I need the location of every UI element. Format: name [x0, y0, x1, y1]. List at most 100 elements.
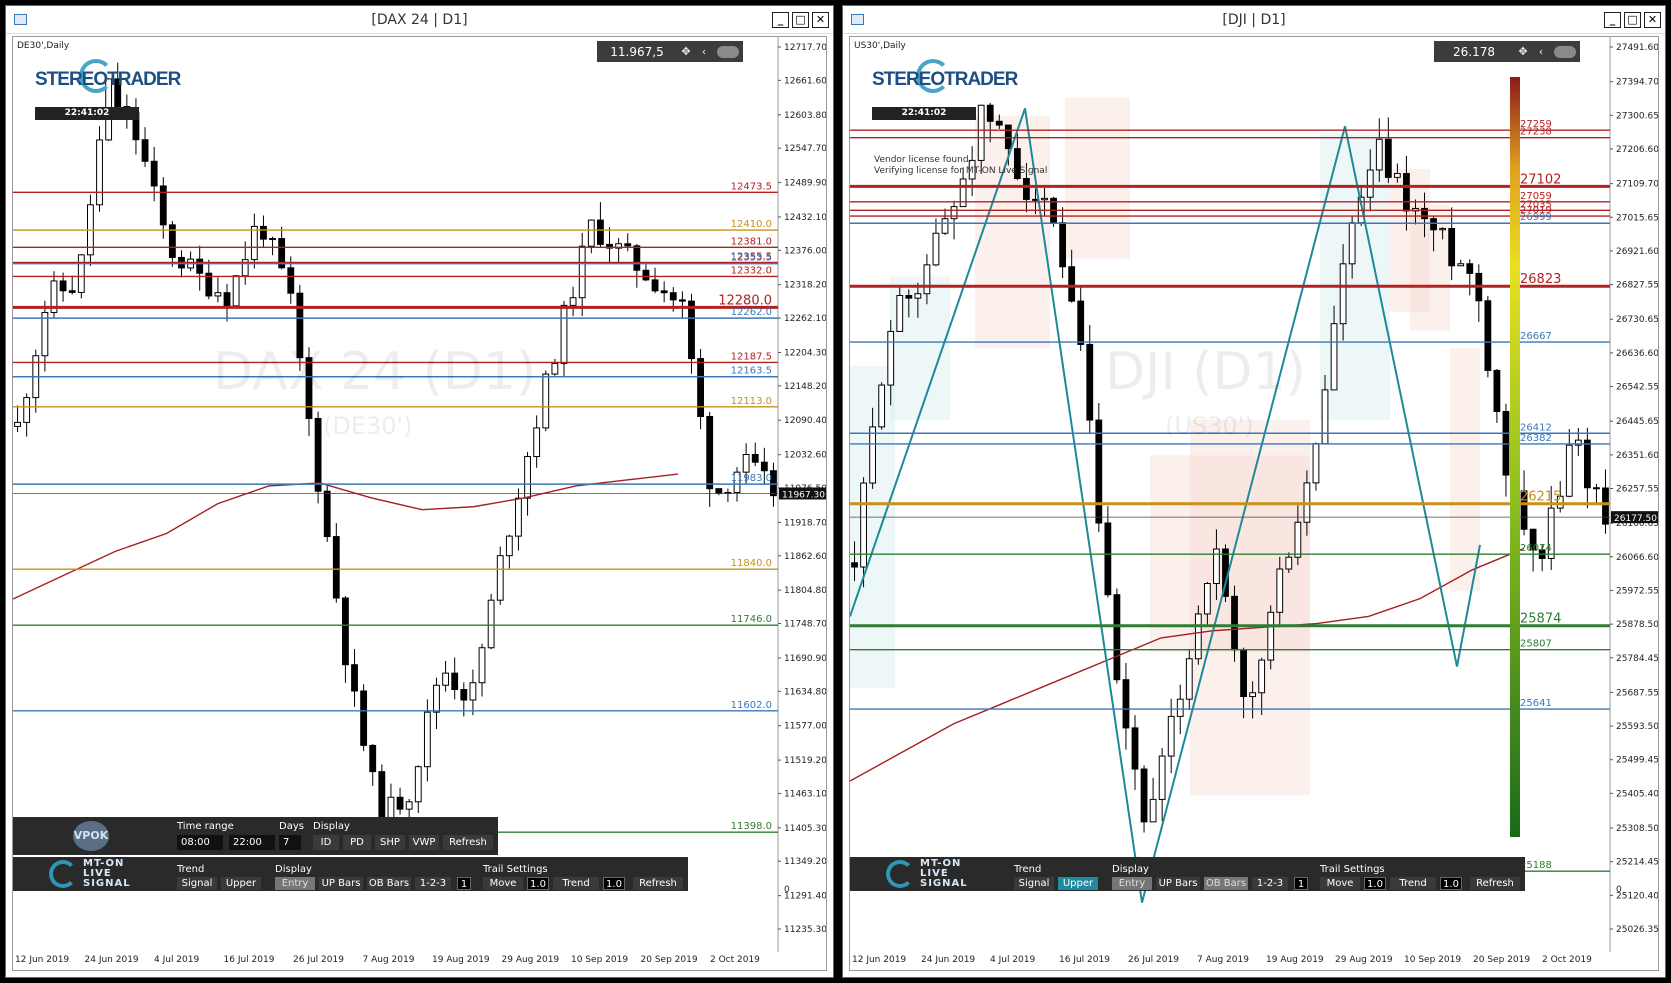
dax-chart-window[interactable]: [DAX 24 | D1] _ □ ✕ 12717.70 12661.60 1260… [5, 5, 834, 978]
one-two-three-button[interactable]: 1-2-3 [415, 877, 451, 890]
toggle-switch[interactable] [1554, 45, 1576, 58]
x-axis-label: 2 Oct 2019 [1542, 955, 1592, 965]
candle-body [578, 245, 586, 299]
move-value-input[interactable]: 1.0 [527, 877, 549, 890]
move-button[interactable]: Move [1320, 877, 1360, 890]
candle-body [1158, 755, 1166, 800]
display-count-input[interactable]: 1 [1294, 877, 1308, 890]
price-chart[interactable]: 27491.60 27394.70 27300.65 27206.60 27109.70… [849, 36, 1659, 971]
move-button[interactable]: Move [483, 877, 523, 890]
up-bars-button[interactable]: UP Bars [1156, 877, 1200, 890]
candle-body [950, 206, 958, 220]
maximize-button[interactable]: □ [792, 12, 809, 28]
candle-body [642, 269, 650, 281]
candle-body [1448, 228, 1456, 267]
level-label: 12163.5 [731, 366, 772, 377]
signal-button[interactable]: Signal [177, 877, 217, 890]
price-display-widget[interactable]: 26.178 ✥ ‹ [1434, 41, 1580, 62]
y-axis-label: 26257.55 [1616, 485, 1659, 495]
candle-body [260, 225, 267, 240]
trend-value-input[interactable]: 1.0 [603, 877, 625, 890]
x-axis-label: 7 Aug 2019 [362, 955, 415, 965]
price-display-widget[interactable]: 11.967,5 ✥ ‹ [597, 41, 743, 62]
x-axis: 12 Jun 2019 24 Jun 2019 4 Jul 2019 16 Jul 2… [850, 952, 1658, 970]
entry-button[interactable]: Entry [275, 877, 315, 890]
candle-body [1185, 658, 1193, 700]
up-bars-button[interactable]: UP Bars [319, 877, 363, 890]
price-chart[interactable]: 12717.70 12661.60 12603.80 12547.70 12489.90… [12, 36, 827, 971]
window-icon [851, 14, 864, 25]
stereotrader-logo: STEREOTRADER [872, 59, 1018, 109]
candle-body [669, 292, 677, 301]
candle-body [414, 766, 422, 803]
y-axis-label: 27015.65 [1616, 213, 1659, 223]
candle-body [596, 219, 604, 245]
x-axis-label: 19 Aug 2019 [1266, 955, 1324, 965]
one-two-three-button[interactable]: 1-2-3 [1252, 877, 1288, 890]
title-bar[interactable]: [DJI | D1] _ □ ✕ [843, 6, 1665, 34]
ob-bars-button[interactable]: OB Bars [367, 877, 411, 890]
ob-bars-button[interactable]: OB Bars [1204, 877, 1248, 890]
y-axis-label: 11235.30 [784, 925, 827, 935]
move-value-input[interactable]: 1.0 [1364, 877, 1386, 890]
current-price-tag: 26177.50 [1614, 514, 1657, 524]
id-button[interactable]: ID [313, 835, 339, 850]
dji-chart-window[interactable]: [DJI | D1] _ □ ✕ 27491.60 27394.70 27300.6… [842, 5, 1666, 978]
level-label: 11398.0 [731, 821, 772, 832]
upper-button[interactable]: Upper [1058, 877, 1098, 890]
move-icon[interactable]: ✥ [1514, 45, 1532, 58]
display-count-input[interactable]: 1 [457, 877, 471, 890]
days-label: Days [279, 821, 304, 832]
candle-body [977, 104, 985, 161]
mt-on-live-signal-panel: MT-ON LIVE SIGNAL Trend Signal Upper Dis… [13, 857, 688, 891]
price-display-value: 11.967,5 [610, 44, 664, 59]
time-to-input[interactable]: 22:00 [229, 835, 275, 850]
vpok-panel: VPOK Time range 08:00 22:00 Days 7 Displ… [13, 817, 498, 855]
signal-button[interactable]: Signal [1014, 877, 1054, 890]
vpok-refresh-button[interactable]: Refresh [443, 835, 493, 850]
days-input[interactable]: 7 [279, 835, 301, 850]
y-axis-label: 26351.60 [1616, 451, 1659, 461]
y-axis-label: 25405.40 [1616, 789, 1659, 799]
trend-button[interactable]: Trend [1390, 877, 1436, 890]
refresh-button[interactable]: Refresh [1470, 877, 1520, 890]
trail-settings-label: Trail Settings [1320, 864, 1385, 875]
y-axis-label: 25784.45 [1616, 654, 1659, 664]
y-axis-label: 25972.55 [1616, 586, 1659, 596]
candle-body [405, 801, 413, 810]
order-block-zone [975, 115, 1050, 349]
y-axis-label: 11577.00 [784, 722, 827, 732]
time-from-input[interactable]: 08:00 [177, 835, 223, 850]
close-button[interactable]: ✕ [1644, 12, 1661, 28]
toggle-switch[interactable] [717, 45, 739, 58]
chevron-left-icon[interactable]: ‹ [1532, 45, 1550, 58]
minimize-button[interactable]: _ [1604, 12, 1621, 28]
candle-body [41, 311, 49, 357]
candle-body [396, 796, 404, 810]
chevron-left-icon[interactable]: ‹ [695, 45, 713, 58]
maximize-button[interactable]: □ [1624, 12, 1641, 28]
candle-body [1583, 439, 1591, 489]
entry-button[interactable]: Entry [1112, 877, 1152, 890]
minimize-button[interactable]: _ [772, 12, 789, 28]
candle-body [433, 684, 440, 713]
candle-body [23, 397, 31, 423]
current-price-tag: 11967.30 [782, 490, 825, 500]
pd-button[interactable]: PD [343, 835, 371, 850]
shp-button[interactable]: SHP [375, 835, 405, 850]
title-bar[interactable]: [DAX 24 | D1] _ □ ✕ [6, 6, 833, 34]
candle-body [68, 290, 76, 293]
move-icon[interactable]: ✥ [677, 45, 695, 58]
candle-body [1366, 169, 1374, 198]
refresh-button[interactable]: Refresh [633, 877, 683, 890]
trend-value-input[interactable]: 1.0 [1440, 877, 1462, 890]
vwp-button[interactable]: VWP [409, 835, 439, 850]
vpok-logo: VPOK [73, 821, 109, 851]
candle-body [1321, 389, 1329, 445]
trend-label: Trend [1014, 864, 1042, 875]
display-label: Display [313, 821, 350, 832]
mt-on-logo-text: MT-ON LIVE SIGNAL [83, 858, 131, 889]
upper-button[interactable]: Upper [221, 877, 261, 890]
close-button[interactable]: ✕ [812, 12, 829, 28]
trend-button[interactable]: Trend [553, 877, 599, 890]
